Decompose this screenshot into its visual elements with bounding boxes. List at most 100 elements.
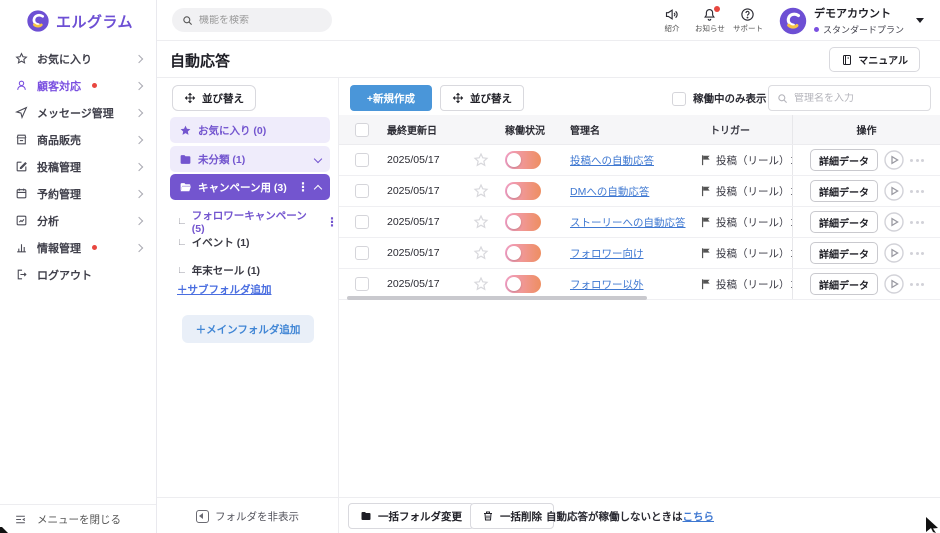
edit-icon	[15, 160, 28, 173]
sidebar-item-product-sales[interactable]: 商品販売	[0, 126, 156, 153]
play-icon[interactable]	[884, 274, 904, 294]
rule-name-link[interactable]: フォロワー以外	[570, 277, 644, 292]
subfolder-event[interactable]: ∟ イベント (1)	[177, 235, 250, 250]
header-name: 管理名	[560, 115, 695, 144]
flag-icon	[700, 154, 712, 166]
subfolder-follower-campaign[interactable]: ∟ フォロワーキャンペーン (5) ⋮	[177, 208, 338, 235]
status-toggle[interactable]	[505, 182, 541, 200]
add-main-folder-button[interactable]: ＋メインフォルダ追加	[182, 315, 314, 343]
row-checkbox[interactable]	[355, 153, 369, 167]
support-button[interactable]: サポート	[729, 7, 767, 34]
more-options-icon[interactable]	[910, 190, 924, 193]
sidebar-item-logout[interactable]: ログアウト	[0, 261, 156, 288]
bottom-bar: フォルダを非表示 一括フォルダ変更 一括削除 自動応答が稼働しないときはこちら	[157, 497, 940, 533]
create-new-button[interactable]: +新規作成	[350, 85, 432, 111]
account-info[interactable]: デモアカウント スタンダードプラン	[814, 5, 904, 36]
add-subfolder-link[interactable]: ＋サブフォルダ追加	[177, 282, 272, 297]
sidebar-item-info-management[interactable]: 情報管理	[0, 234, 156, 261]
more-options-icon[interactable]	[910, 159, 924, 162]
updated-date: 2025/05/17	[379, 238, 465, 268]
table-header: 最終更新日 稼働状況 管理名 トリガー 操作	[339, 115, 940, 145]
horizontal-scrollbar[interactable]	[347, 296, 647, 300]
play-icon[interactable]	[884, 181, 904, 201]
icon-label: お知らせ	[695, 23, 725, 34]
more-options-icon[interactable]	[910, 221, 924, 224]
top-right-controls: 紹介 お知らせ サポート デモアカウント	[653, 0, 924, 41]
brand[interactable]: エルグラム	[0, 0, 156, 33]
sidebar-item-customer-support[interactable]: 顧客対応	[0, 72, 156, 99]
status-toggle[interactable]	[505, 275, 541, 293]
table-search[interactable]	[768, 85, 931, 111]
sidebar-item-favorites[interactable]: お気に入り	[0, 45, 156, 72]
folder-favorites[interactable]: お気に入り (0)	[170, 117, 330, 143]
kebab-menu-icon[interactable]: ⋮	[297, 181, 309, 193]
row-checkbox[interactable]	[355, 215, 369, 229]
global-search-input[interactable]	[199, 15, 322, 26]
chevron-right-icon	[136, 134, 142, 146]
row-checkbox[interactable]	[355, 246, 369, 260]
play-icon[interactable]	[884, 243, 904, 263]
account-menu-caret[interactable]	[916, 18, 924, 23]
detail-data-button[interactable]: 詳細データ	[810, 273, 878, 295]
folder-sort-button[interactable]: 並び替え	[172, 85, 256, 111]
status-toggle[interactable]	[505, 244, 541, 262]
folder-label: キャンペーン用 (3)	[198, 180, 291, 195]
close-menu-button[interactable]: メニューを閉じる	[0, 504, 156, 533]
detail-data-button[interactable]: 詳細データ	[810, 180, 878, 202]
chart-icon	[15, 214, 28, 227]
active-only-checkbox[interactable]	[672, 92, 686, 106]
chevron-up-icon[interactable]	[314, 184, 322, 192]
favorite-star-icon[interactable]	[465, 269, 497, 299]
sidebar-item-post-management[interactable]: 投稿管理	[0, 153, 156, 180]
favorite-star-icon[interactable]	[465, 176, 497, 206]
sidebar-item-analytics[interactable]: 分析	[0, 207, 156, 234]
detail-data-button[interactable]: 詳細データ	[810, 149, 878, 171]
rule-name-link[interactable]: フォロワー向け	[570, 246, 644, 261]
subfolder-yearend-sale[interactable]: ∟ 年末セール (1)	[177, 263, 260, 278]
sidebar-item-reservation-management[interactable]: 予約管理	[0, 180, 156, 207]
help-link[interactable]: こちら	[683, 511, 715, 523]
play-icon[interactable]	[884, 212, 904, 232]
flag-icon	[700, 247, 712, 259]
hide-folders-button[interactable]: フォルダを非表示	[157, 498, 339, 533]
collapse-menu-icon	[14, 513, 27, 526]
rule-name-link[interactable]: ストーリーへの自動応答	[570, 215, 686, 230]
icon-label: サポート	[733, 23, 763, 34]
status-toggle[interactable]	[505, 151, 541, 169]
megaphone-icon	[664, 7, 679, 22]
bulk-delete-button[interactable]: 一括削除	[470, 503, 554, 529]
sidebar-item-message-management[interactable]: メッセージ管理	[0, 99, 156, 126]
referral-button[interactable]: 紹介	[653, 7, 691, 34]
select-all-checkbox[interactable]	[355, 123, 369, 137]
notifications-button[interactable]: お知らせ	[691, 7, 729, 34]
active-only-filter[interactable]: 稼働中のみ表示	[672, 91, 767, 106]
table-sort-button[interactable]: 並び替え	[440, 85, 524, 111]
trigger-label: 投稿（リール）コメント	[716, 153, 792, 168]
status-toggle[interactable]	[505, 213, 541, 231]
folder-panel: 並び替え お気に入り (0) 未分類 (1) キャンペーン用 (3) ⋮ ∟ フ…	[157, 78, 339, 497]
chevron-down-icon[interactable]	[314, 155, 322, 163]
play-icon[interactable]	[884, 150, 904, 170]
kebab-menu-icon[interactable]: ⋮	[326, 216, 338, 228]
manual-button[interactable]: マニュアル	[829, 47, 920, 72]
sidebar-item-label: メッセージ管理	[37, 105, 114, 121]
account-avatar[interactable]	[779, 7, 807, 35]
detail-data-button[interactable]: 詳細データ	[810, 242, 878, 264]
rule-name-link[interactable]: DMへの自動応答	[570, 184, 649, 199]
folder-uncategorized[interactable]: 未分類 (1)	[170, 146, 330, 172]
row-checkbox[interactable]	[355, 277, 369, 291]
global-search[interactable]	[172, 8, 332, 32]
favorite-star-icon[interactable]	[465, 145, 497, 175]
star-icon	[15, 52, 28, 65]
row-checkbox[interactable]	[355, 184, 369, 198]
favorite-star-icon[interactable]	[465, 207, 497, 237]
bulk-folder-change-button[interactable]: 一括フォルダ変更	[348, 503, 474, 529]
folder-campaign[interactable]: キャンペーン用 (3) ⋮	[170, 174, 330, 200]
updated-date: 2025/05/17	[379, 207, 465, 237]
more-options-icon[interactable]	[910, 252, 924, 255]
more-options-icon[interactable]	[910, 283, 924, 286]
rule-name-link[interactable]: 投稿への自動応答	[570, 153, 654, 168]
favorite-star-icon[interactable]	[465, 238, 497, 268]
table-search-input[interactable]	[794, 93, 922, 104]
detail-data-button[interactable]: 詳細データ	[810, 211, 878, 233]
